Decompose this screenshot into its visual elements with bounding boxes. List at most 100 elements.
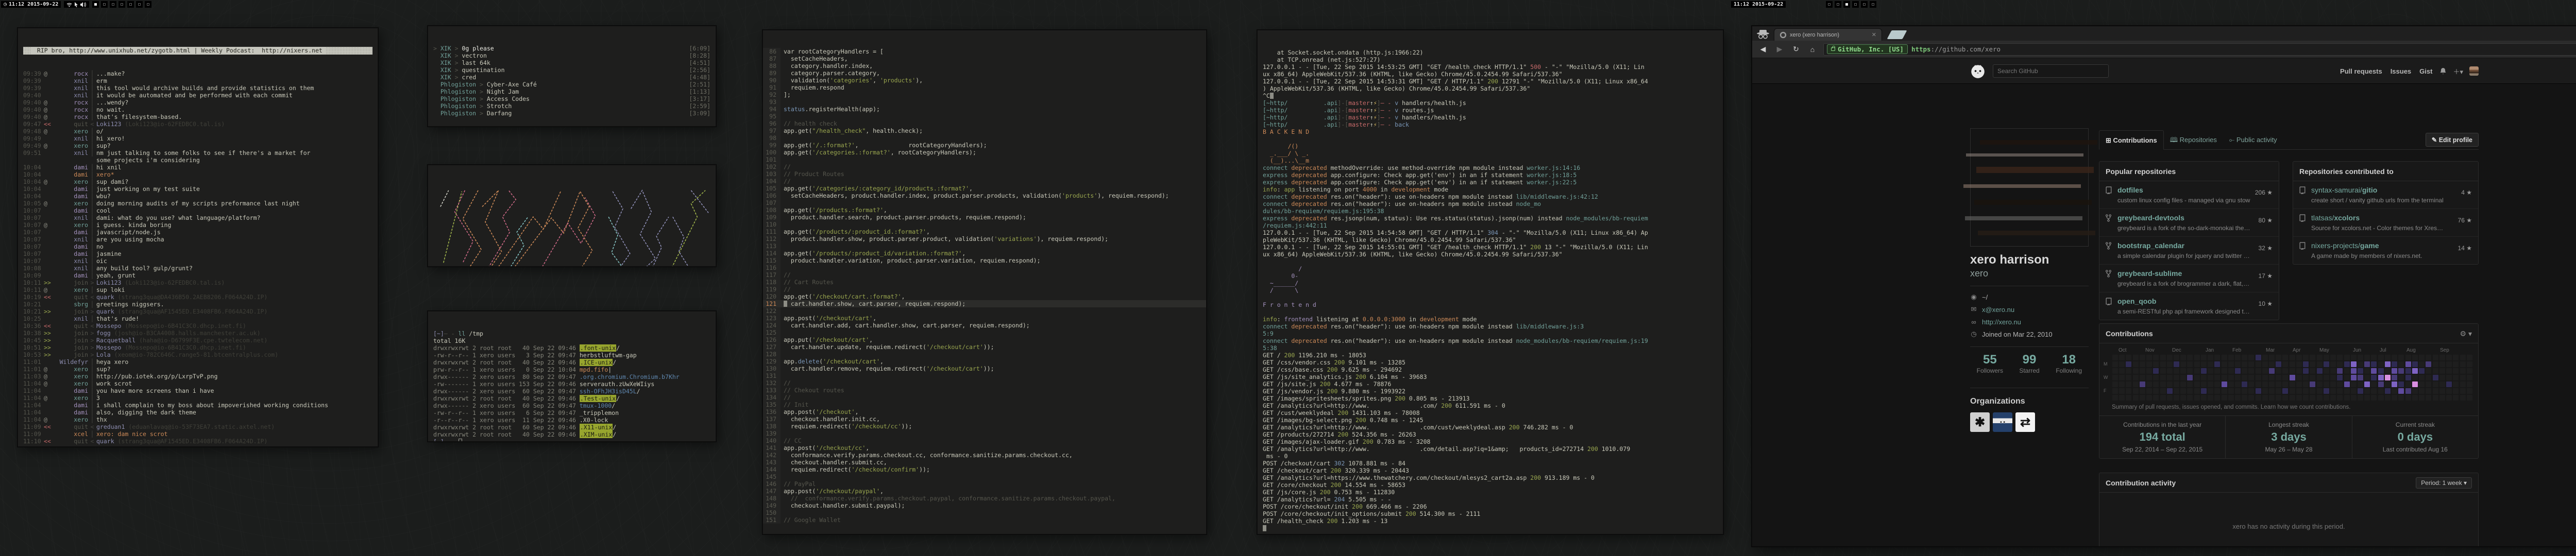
contact-mail[interactable]: ✉x@xero.nu bbox=[1970, 303, 2089, 316]
heatmap-cell[interactable] bbox=[2317, 368, 2323, 374]
heatmap-cell[interactable] bbox=[2180, 368, 2186, 374]
heatmap-cell[interactable] bbox=[2296, 368, 2302, 374]
heatmap-cell[interactable] bbox=[2433, 361, 2438, 367]
browser-tab-strip[interactable]: xero (xero harrison) ✕ bbox=[1752, 26, 2576, 41]
heatmap-cell[interactable] bbox=[2317, 395, 2323, 401]
heatmap-cell[interactable] bbox=[2296, 361, 2302, 367]
playlist-track[interactable]: XIK > questination[2:56] bbox=[433, 66, 710, 74]
heatmap-cell[interactable] bbox=[2344, 388, 2350, 394]
heatmap-cell[interactable] bbox=[2358, 361, 2363, 367]
heatmap-cell[interactable] bbox=[2187, 361, 2193, 367]
heatmap-cell[interactable] bbox=[2453, 368, 2459, 374]
heatmap-cell[interactable] bbox=[2194, 388, 2200, 394]
heatmap-cell[interactable] bbox=[2446, 361, 2452, 367]
vim-editor-window[interactable]: 86var rootCategoryHandlers = [87 setCach… bbox=[762, 30, 1207, 534]
heatmap-cell[interactable] bbox=[2146, 375, 2152, 380]
heatmap-cell[interactable] bbox=[2317, 355, 2323, 360]
heatmap-cell[interactable] bbox=[2446, 381, 2452, 387]
heatmap-cell[interactable] bbox=[2222, 368, 2227, 374]
tab-public-activity[interactable]: ⟜ Public activity bbox=[2223, 130, 2283, 150]
heatmap-cell[interactable] bbox=[2269, 375, 2275, 380]
heatmap-cell[interactable] bbox=[2460, 375, 2466, 380]
heatmap-cell[interactable] bbox=[2201, 368, 2207, 374]
heatmap-cell[interactable] bbox=[2194, 395, 2200, 401]
playlist-track[interactable]: Phlogiston > Access Codes[3:17] bbox=[433, 95, 710, 102]
heatmap-cell[interactable] bbox=[2364, 368, 2370, 374]
heatmap-cell[interactable] bbox=[2419, 375, 2425, 380]
workspace-4[interactable] bbox=[118, 1, 125, 8]
heatmap-cell[interactable] bbox=[2282, 355, 2288, 360]
heatmap-cell[interactable] bbox=[2337, 355, 2343, 360]
heatmap-cell[interactable] bbox=[2146, 355, 2152, 360]
reload-button[interactable]: ↻ bbox=[1790, 45, 1802, 54]
heatmap-cell[interactable] bbox=[2303, 381, 2309, 387]
heatmap-cell[interactable] bbox=[2303, 388, 2309, 394]
heatmap-cell[interactable] bbox=[2133, 388, 2139, 394]
heatmap-cell[interactable] bbox=[2385, 375, 2391, 380]
heatmap-cell[interactable] bbox=[2256, 375, 2261, 380]
playlist-track[interactable]: Phlogiston > Darfang[3:09] bbox=[433, 110, 710, 117]
heatmap-cell[interactable] bbox=[2467, 388, 2472, 394]
heatmap-cell[interactable] bbox=[2324, 395, 2329, 401]
heatmap-cell[interactable] bbox=[2392, 368, 2397, 374]
heatmap-cell[interactable] bbox=[2446, 375, 2452, 380]
heatmap-cell[interactable] bbox=[2126, 375, 2131, 380]
repo-link[interactable]: greybeard-sublime bbox=[2117, 269, 2254, 277]
heatmap-cell[interactable] bbox=[2392, 395, 2397, 401]
playlist-track[interactable]: XIK > last 64k[4:51] bbox=[433, 59, 710, 66]
heatmap-cell[interactable] bbox=[2133, 381, 2139, 387]
heatmap-cell[interactable] bbox=[2344, 375, 2350, 380]
heatmap-cell[interactable] bbox=[2276, 375, 2281, 380]
heatmap-cell[interactable] bbox=[2371, 395, 2377, 401]
heatmap-cell[interactable] bbox=[2208, 388, 2213, 394]
workspace-6[interactable] bbox=[136, 1, 143, 8]
heatmap-cell[interactable] bbox=[2426, 355, 2431, 360]
heatmap-cell[interactable] bbox=[2358, 375, 2363, 380]
repo-link[interactable]: nixers-projects/game bbox=[2311, 241, 2453, 250]
heatmap-cell[interactable] bbox=[2222, 355, 2227, 360]
heatmap-cell[interactable] bbox=[2262, 388, 2268, 394]
heatmap-cell[interactable] bbox=[2358, 388, 2363, 394]
heatmap-cell[interactable] bbox=[2419, 388, 2425, 394]
heatmap-cell[interactable] bbox=[2426, 395, 2431, 401]
heatmap-cell[interactable] bbox=[2460, 355, 2466, 360]
heatmap-cell[interactable] bbox=[2235, 355, 2241, 360]
heatmap-cell[interactable] bbox=[2426, 375, 2431, 380]
heatmap-cell[interactable] bbox=[2167, 368, 2173, 374]
heatmap-cell[interactable] bbox=[2248, 361, 2254, 367]
heatmap-cell[interactable] bbox=[2344, 368, 2350, 374]
heatmap-cell[interactable] bbox=[2412, 395, 2418, 401]
heatmap-cell[interactable] bbox=[2378, 361, 2384, 367]
address-bar[interactable]: GitHub, Inc. [US] https ://github.com/xe… bbox=[1823, 43, 2576, 56]
nav-link-gist[interactable]: Gist bbox=[2419, 67, 2432, 75]
heatmap-cell[interactable] bbox=[2248, 375, 2254, 380]
heatmap-cell[interactable] bbox=[2187, 355, 2193, 360]
heatmap-cell[interactable] bbox=[2385, 355, 2391, 360]
heatmap-cell[interactable] bbox=[2228, 381, 2234, 387]
server-logs-window[interactable]: at Socket.socket.ondata (http.js:1966:22… bbox=[1257, 30, 1723, 534]
heatmap-cell[interactable] bbox=[2187, 375, 2193, 380]
heatmap-cell[interactable] bbox=[2392, 381, 2397, 387]
heatmap-cell[interactable] bbox=[2282, 368, 2288, 374]
playlist-track[interactable]: XIK > vectron[8:28] bbox=[433, 52, 710, 59]
heatmap-cell[interactable] bbox=[2160, 368, 2166, 374]
heatmap-cell[interactable] bbox=[2119, 355, 2125, 360]
heatmap-cell[interactable] bbox=[2235, 395, 2241, 401]
heatmap-cell[interactable] bbox=[2439, 395, 2445, 401]
heatmap-cell[interactable] bbox=[2201, 375, 2207, 380]
heatmap-cell[interactable] bbox=[2222, 381, 2227, 387]
heatmap-cell[interactable] bbox=[2344, 381, 2350, 387]
heatmap-cell[interactable] bbox=[2371, 375, 2377, 380]
heatmap-cell[interactable] bbox=[2262, 355, 2268, 360]
heatmap-cell[interactable] bbox=[2378, 355, 2384, 360]
heatmap-cell[interactable] bbox=[2153, 368, 2159, 374]
heatmap-cell[interactable] bbox=[2187, 395, 2193, 401]
heatmap-cell[interactable] bbox=[2385, 388, 2391, 394]
heatmap-cell[interactable] bbox=[2242, 375, 2247, 380]
heatmap-cell[interactable] bbox=[2214, 361, 2220, 367]
heatmap-cell[interactable] bbox=[2460, 381, 2466, 387]
heatmap-cell[interactable] bbox=[2256, 368, 2261, 374]
heatmap-cell[interactable] bbox=[2433, 368, 2438, 374]
org-iotek-ninja[interactable]: ▪ ▪ bbox=[1993, 412, 2012, 432]
heatmap-cell[interactable] bbox=[2371, 381, 2377, 387]
